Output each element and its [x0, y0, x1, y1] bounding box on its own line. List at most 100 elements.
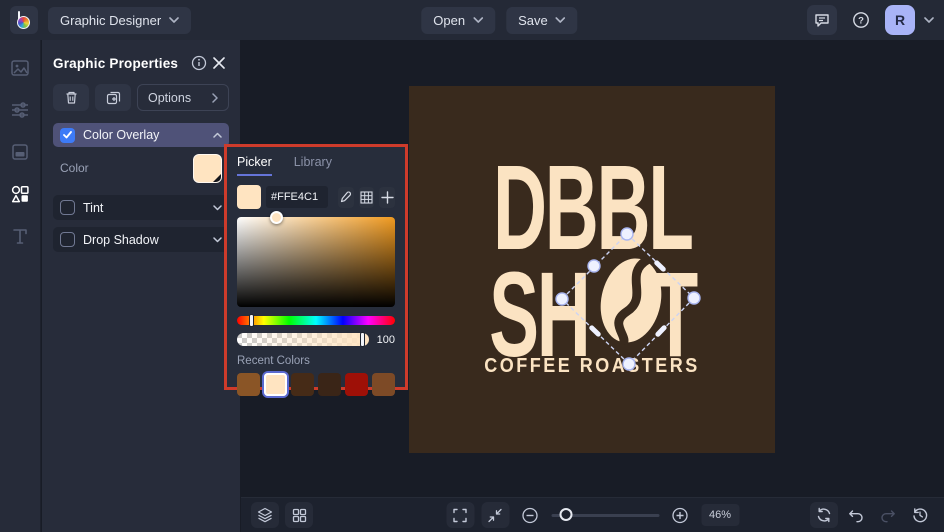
- sidebar-item-graphics[interactable]: [6, 180, 34, 208]
- check-icon: [63, 131, 72, 139]
- zoom-slider-knob[interactable]: [559, 508, 572, 521]
- drop-shadow-section-header[interactable]: Drop Shadow: [53, 227, 229, 252]
- save-button[interactable]: Save: [506, 7, 578, 34]
- help-icon: ?: [852, 11, 870, 29]
- bottom-toolbar: 46%: [241, 497, 944, 532]
- chat-icon: [814, 12, 830, 28]
- chevron-up-icon: [213, 132, 222, 138]
- current-color-swatch: [237, 185, 261, 209]
- drop-shadow-checkbox[interactable]: [60, 232, 75, 247]
- chevron-down-icon: [556, 17, 566, 23]
- hex-input[interactable]: [266, 186, 328, 208]
- history-button[interactable]: [906, 502, 934, 528]
- text-icon: [11, 227, 29, 245]
- recent-color-swatch[interactable]: [291, 373, 314, 396]
- fit-to-screen-button[interactable]: [481, 502, 509, 528]
- color-overlay-section-header[interactable]: Color Overlay: [53, 123, 229, 147]
- drop-shadow-label: Drop Shadow: [83, 233, 159, 247]
- zoom-level-value[interactable]: 46%: [701, 504, 739, 526]
- grid-2x2-icon: [292, 508, 307, 523]
- pages-button[interactable]: [285, 502, 313, 528]
- tab-library[interactable]: Library: [294, 155, 332, 176]
- zoom-slider[interactable]: [551, 514, 659, 517]
- eyedropper-button[interactable]: [338, 187, 354, 208]
- grid-icon: [360, 191, 373, 204]
- recent-colors-row: [237, 373, 395, 396]
- chevron-right-icon: [212, 93, 218, 103]
- chevron-down-icon: [213, 205, 222, 211]
- graphic-properties-panel: Graphic Properties Options Color Overlay…: [42, 40, 240, 532]
- layers-button[interactable]: [251, 502, 279, 528]
- sidebar-item-adjustments[interactable]: [6, 96, 34, 124]
- chevron-down-icon: [473, 17, 483, 23]
- open-label: Open: [433, 13, 465, 28]
- opacity-slider[interactable]: [237, 333, 369, 346]
- saturation-brightness-picker[interactable]: [237, 217, 395, 307]
- zoom-out-button[interactable]: [516, 502, 544, 528]
- info-icon: [191, 55, 207, 71]
- left-toolbar: [0, 40, 41, 532]
- help-button[interactable]: ?: [846, 5, 876, 35]
- chevron-down-icon: [213, 237, 222, 243]
- opacity-handle[interactable]: [360, 332, 365, 347]
- duplicate-button[interactable]: [95, 84, 131, 111]
- color-overlay-checkbox[interactable]: [60, 128, 75, 143]
- sidebar-item-text[interactable]: [6, 222, 34, 250]
- befunky-logo[interactable]: [10, 6, 38, 34]
- delete-button[interactable]: [53, 84, 89, 111]
- app-mode-label: Graphic Designer: [60, 13, 161, 28]
- user-avatar[interactable]: R: [885, 5, 915, 35]
- fullscreen-button[interactable]: [446, 502, 474, 528]
- tint-checkbox[interactable]: [60, 200, 75, 215]
- recent-color-swatch[interactable]: [372, 373, 395, 396]
- close-panel-button[interactable]: [209, 53, 229, 73]
- recent-color-swatch[interactable]: [318, 373, 341, 396]
- color-picker-popup: Picker Library 100 Recent Colors: [224, 144, 408, 390]
- open-button[interactable]: Open: [421, 7, 495, 34]
- panel-title: Graphic Properties: [53, 56, 178, 71]
- refresh-icon: [816, 507, 832, 523]
- color-label: Color: [60, 161, 89, 175]
- reset-button[interactable]: [810, 502, 838, 528]
- account-chevron-down-icon[interactable]: [924, 17, 934, 23]
- recent-color-swatch[interactable]: [237, 373, 260, 396]
- redo-button[interactable]: [874, 502, 902, 528]
- top-bar: Graphic Designer Open Save ? R: [0, 0, 944, 40]
- feedback-button[interactable]: [807, 5, 837, 35]
- logo-line-1[interactable]: DBBL: [409, 148, 775, 244]
- hue-slider[interactable]: [237, 316, 395, 325]
- undo-button[interactable]: [842, 502, 870, 528]
- close-icon: [213, 57, 225, 69]
- logo-tagline[interactable]: COFFEE ROASTERS: [409, 354, 775, 378]
- tab-picker[interactable]: Picker: [237, 155, 272, 176]
- fit-screen-icon: [488, 508, 503, 523]
- plus-circle-icon: [672, 507, 689, 524]
- options-button[interactable]: Options: [137, 84, 229, 111]
- swatch-corner-fold: [212, 173, 222, 183]
- picker-tabs: Picker Library: [237, 155, 395, 176]
- app-mode-menu[interactable]: Graphic Designer: [48, 7, 191, 34]
- layers-icon: [257, 507, 273, 523]
- duplicate-icon: [106, 90, 121, 105]
- color-grid-button[interactable]: [359, 187, 375, 208]
- sidebar-item-photo-manager[interactable]: [6, 54, 34, 82]
- recent-colors-label: Recent Colors: [237, 355, 395, 367]
- color-overlay-label: Color Overlay: [83, 128, 159, 142]
- saturation-handle[interactable]: [270, 211, 283, 224]
- color-overlay-swatch[interactable]: [193, 154, 222, 183]
- zoom-in-button[interactable]: [666, 502, 694, 528]
- recent-color-swatch[interactable]: [345, 373, 368, 396]
- info-button[interactable]: [189, 53, 209, 73]
- tint-section-header[interactable]: Tint: [53, 195, 229, 220]
- recent-color-swatch-selected[interactable]: [264, 373, 287, 396]
- sidebar-item-templates[interactable]: [6, 138, 34, 166]
- hue-handle[interactable]: [249, 314, 254, 327]
- options-label: Options: [148, 91, 191, 105]
- save-label: Save: [518, 13, 548, 28]
- trash-icon: [64, 90, 79, 105]
- color-row: Color: [53, 148, 229, 188]
- add-color-button[interactable]: [379, 187, 395, 208]
- layout-icon: [10, 142, 30, 162]
- artboard[interactable]: DBBL SH T COFFEE ROASTERS: [409, 86, 775, 453]
- image-icon: [10, 58, 30, 78]
